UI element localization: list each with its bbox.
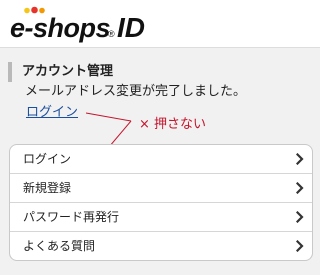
completion-message: メールアドレス変更が完了しました。 — [25, 84, 247, 99]
annotation-do-not-press: × 押さない — [139, 117, 207, 132]
header: e-shops ® ID — [0, 0, 320, 48]
chevron-right-icon — [296, 182, 304, 194]
logo-wordmark: e-shops — [10, 13, 111, 43]
annotation-line-to-link — [85, 112, 132, 122]
menu-item-register[interactable]: 新規登録 — [10, 174, 312, 203]
e-shops-id-logo[interactable]: e-shops ® ID — [9, 4, 159, 44]
logo-id: ID — [117, 12, 145, 43]
menu-item-faq[interactable]: よくある質問 — [10, 232, 312, 260]
menu-list: ログイン 新規登録 パスワード再発行 よくある質問 — [9, 144, 313, 261]
menu-item-login[interactable]: ログイン — [10, 145, 312, 174]
main-content: アカウント管理 メールアドレス変更が完了しました。 ログイン × 押さない ログ… — [0, 48, 320, 275]
menu-item-label: パスワード再発行 — [23, 210, 120, 224]
menu-item-label: ログイン — [23, 152, 72, 166]
chevron-right-icon — [296, 240, 304, 252]
login-link[interactable]: ログイン — [26, 104, 78, 122]
section-title: アカウント管理 — [8, 62, 113, 82]
menu-item-label: 新規登録 — [23, 181, 72, 195]
chevron-right-icon — [296, 153, 304, 165]
logo-registered-mark: ® — [108, 29, 115, 39]
chevron-right-icon — [296, 211, 304, 223]
menu-item-password-reissue[interactable]: パスワード再発行 — [10, 203, 312, 232]
menu-item-label: よくある質問 — [23, 239, 96, 253]
